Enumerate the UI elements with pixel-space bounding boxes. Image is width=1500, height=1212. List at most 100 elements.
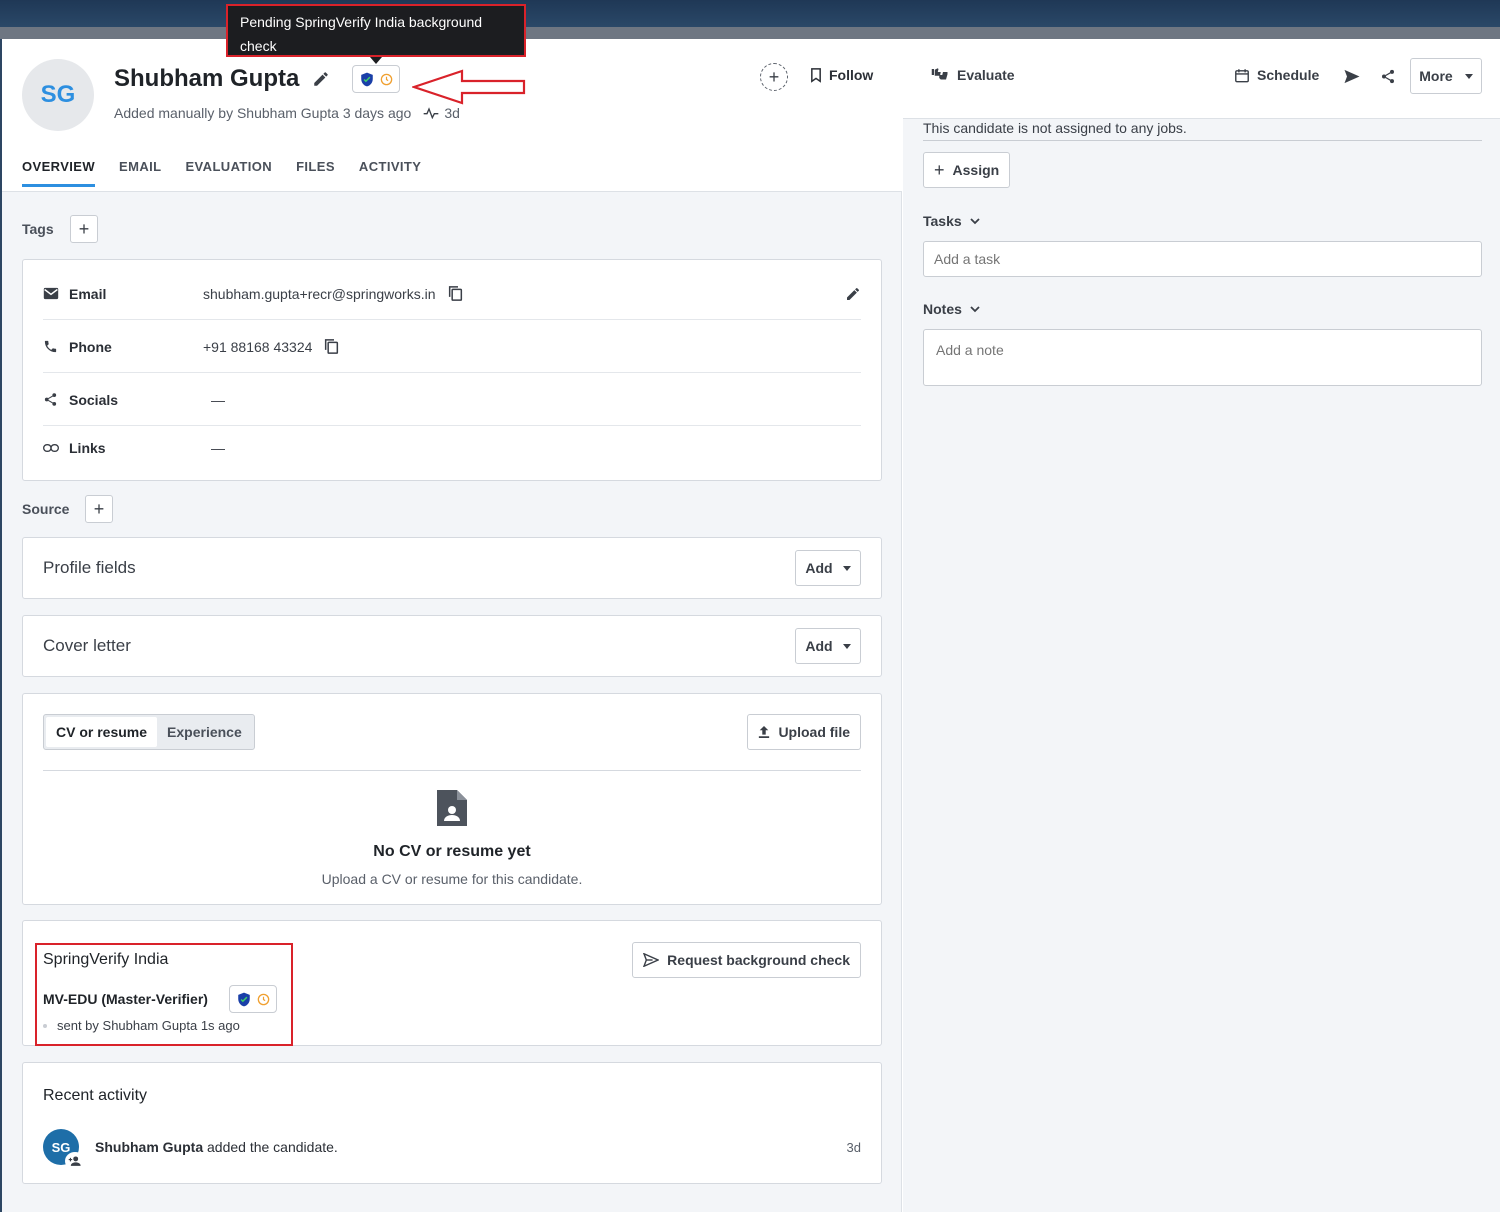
- email-row: Email shubham.gupta+recr@springworks.in: [43, 268, 861, 320]
- request-label: Request background check: [667, 952, 850, 968]
- jobs-divider: [923, 140, 1482, 141]
- tab-email[interactable]: EMAIL: [119, 159, 161, 187]
- plus-icon: +: [93, 498, 105, 519]
- age-label: 3d: [444, 105, 460, 121]
- chevron-down-icon: [842, 643, 851, 649]
- socials-row: Socials —: [43, 374, 861, 426]
- background-check-badge[interactable]: [352, 65, 400, 93]
- calendar-icon: [1235, 68, 1249, 82]
- avatar: SG: [43, 1129, 85, 1170]
- email-value[interactable]: shubham.gupta+recr@springworks.in: [203, 286, 436, 302]
- upload-label: Upload file: [778, 724, 850, 740]
- email-value-wrap: shubham.gupta+recr@springworks.in: [203, 285, 463, 302]
- clock-icon: [380, 73, 392, 85]
- candidate-tabs: OVERVIEW EMAIL EVALUATION FILES ACTIVITY: [22, 159, 421, 187]
- profile-fields-add-button[interactable]: Add: [795, 550, 861, 586]
- profile-fields-card: Profile fields Add: [22, 537, 882, 599]
- pencil-icon[interactable]: [312, 70, 330, 88]
- socials-value: —: [211, 391, 225, 408]
- resume-card: CV or resume Experience Upload file No C…: [22, 693, 882, 905]
- browser-top-bar: [0, 0, 1500, 27]
- no-cv-subtitle: Upload a CV or resume for this candidate…: [321, 871, 583, 887]
- assign-button[interactable]: + Assign: [923, 152, 1011, 188]
- cover-letter-card: Cover letter Add: [22, 615, 882, 677]
- tooltip-arrow: [370, 57, 382, 64]
- schedule-label: Schedule: [1257, 67, 1320, 83]
- phone-value[interactable]: +91 88168 43324: [203, 339, 312, 355]
- tab-overview[interactable]: OVERVIEW: [22, 159, 96, 187]
- task-input[interactable]: [923, 241, 1482, 277]
- chevron-down-icon: [842, 565, 851, 571]
- candidate-avatar: SG: [22, 59, 94, 131]
- plus-icon: +: [768, 66, 780, 87]
- tab-evaluation[interactable]: EVALUATION: [185, 159, 272, 187]
- pulse-icon: [423, 107, 439, 119]
- phone-icon: [43, 339, 69, 354]
- activity-age: 3d: [423, 105, 460, 121]
- bookmark-icon: [811, 67, 821, 83]
- recent-activity-card: Recent activity SG Shubham Gupta added t…: [22, 1062, 882, 1184]
- schedule-button[interactable]: Schedule: [1235, 67, 1319, 83]
- request-background-check-button[interactable]: Request background check: [632, 942, 861, 978]
- no-cv-title: No CV or resume yet: [373, 843, 531, 860]
- notes-label: Notes: [923, 301, 962, 317]
- tasks-toggle[interactable]: Tasks: [923, 213, 980, 229]
- send-icon: [643, 953, 660, 967]
- source-label: Source: [22, 501, 70, 517]
- seg-experience[interactable]: Experience: [157, 717, 252, 747]
- activity-text: Shubham Gupta added the candidate.: [95, 1139, 338, 1155]
- notes-toggle[interactable]: Notes: [923, 301, 980, 317]
- resume-divider: [43, 770, 861, 771]
- add-label: Add: [805, 560, 833, 576]
- copy-icon[interactable]: [448, 285, 463, 302]
- links-value: —: [211, 440, 225, 456]
- pending-check-tooltip: Pending SpringVerify India background ch…: [226, 4, 526, 57]
- link-icon: [43, 443, 69, 453]
- cover-letter-add-button[interactable]: Add: [795, 628, 861, 664]
- thumbs-icon: [931, 68, 948, 80]
- seg-cv-resume[interactable]: CV or resume: [46, 717, 158, 747]
- add-source-button[interactable]: +: [85, 495, 113, 523]
- activity-action: added the candidate.: [203, 1139, 338, 1155]
- avatar-initials: SG: [51, 1139, 71, 1155]
- copy-icon[interactable]: [324, 338, 339, 355]
- cover-letter-title: Cover letter: [43, 636, 131, 655]
- tasks-label: Tasks: [923, 213, 962, 229]
- activity-actor[interactable]: Shubham Gupta: [95, 1139, 203, 1155]
- upload-icon: [759, 726, 770, 738]
- email-label: Email: [69, 285, 107, 302]
- chevron-down-icon: [1464, 73, 1473, 79]
- candidate-subline: Added manually by Shubham Gupta 3 days a…: [114, 105, 460, 121]
- add-tag-button[interactable]: +: [70, 215, 98, 243]
- follow-label: Follow: [829, 67, 874, 83]
- tab-activity[interactable]: ACTIVITY: [359, 159, 421, 187]
- recent-activity-title: Recent activity: [43, 1087, 148, 1104]
- phone-row: Phone +91 88168 43324: [43, 321, 861, 373]
- follow-button[interactable]: Follow: [810, 67, 873, 83]
- plus-icon: +: [78, 218, 90, 239]
- browser-sub-bar: [0, 27, 1500, 39]
- upload-file-button[interactable]: Upload file: [747, 714, 861, 750]
- candidate-header: SG Shubham Gupta Added manually by Shubh…: [2, 39, 902, 192]
- send-icon[interactable]: [1343, 69, 1361, 84]
- share-icon[interactable]: [1380, 68, 1396, 85]
- evaluate-button[interactable]: Evaluate: [931, 67, 1015, 83]
- side-toolbar: Evaluate Schedule More: [903, 39, 1500, 119]
- assign-label: Assign: [952, 162, 1000, 178]
- tab-files[interactable]: FILES: [296, 159, 335, 187]
- candidate-name: Shubham Gupta: [114, 65, 300, 92]
- socials-label: Socials: [69, 391, 119, 408]
- resume-segmented-control: CV or resume Experience: [43, 714, 255, 750]
- note-input[interactable]: [923, 329, 1482, 386]
- profile-fields-title: Profile fields: [43, 558, 136, 577]
- add-follower-button[interactable]: +: [760, 63, 788, 91]
- more-label: More: [1419, 68, 1453, 84]
- links-label: Links: [69, 440, 106, 456]
- phone-label: Phone: [69, 338, 112, 355]
- candidate-side-panel: Evaluate Schedule More This candidate is…: [903, 39, 1500, 1212]
- more-dropdown[interactable]: More: [1410, 58, 1482, 94]
- candidate-profile-app: SG Shubham Gupta Added manually by Shubh…: [2, 39, 1500, 1212]
- add-label: Add: [805, 638, 833, 654]
- no-jobs-message: This candidate is not assigned to any jo…: [923, 120, 1187, 136]
- edit-contact-pencil-icon[interactable]: [845, 286, 861, 302]
